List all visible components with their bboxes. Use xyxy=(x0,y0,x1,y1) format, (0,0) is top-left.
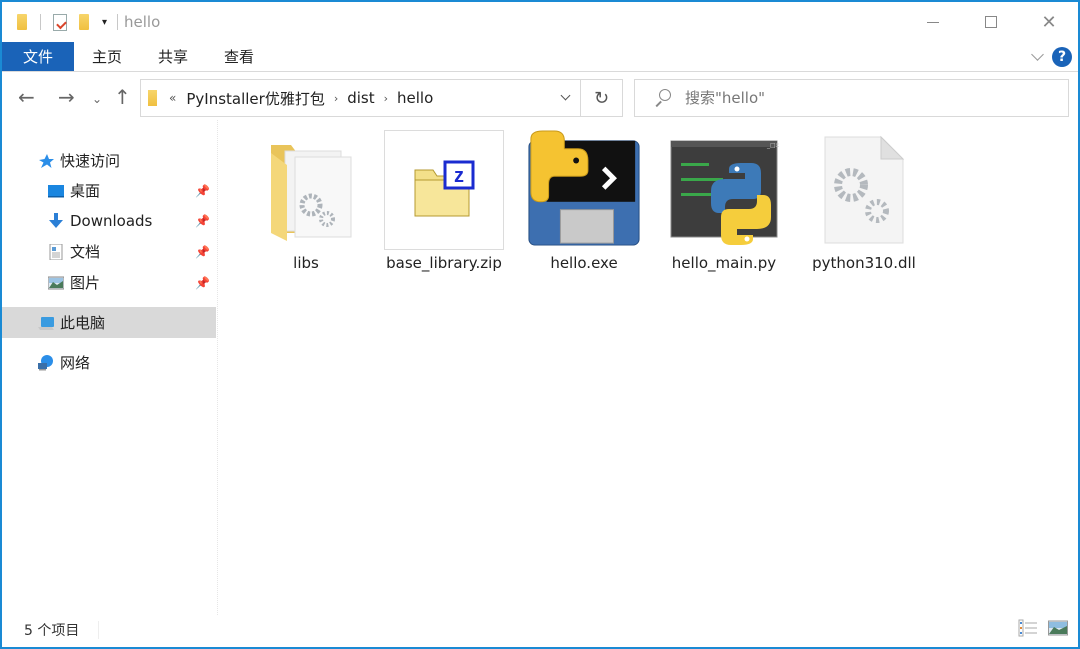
toolbar-divider xyxy=(117,14,119,30)
ribbon-right-controls: ? xyxy=(1031,42,1072,72)
folder-icon[interactable] xyxy=(17,14,27,30)
file-item[interactable]: z base_library.zip xyxy=(382,130,506,280)
chevron-down-icon xyxy=(560,90,570,101)
sidebar-item-label: 桌面 xyxy=(70,182,101,200)
close-button[interactable]: ✕ xyxy=(1020,2,1078,42)
pin-icon[interactable]: 📌 xyxy=(195,245,210,259)
file-list: libs z base_library.zip hello.exe _□x he… xyxy=(232,130,1072,610)
tab-file[interactable]: 文件 xyxy=(2,42,74,71)
python-script-icon: _□x xyxy=(664,130,784,250)
breadcrumb-overflow[interactable]: « xyxy=(169,91,176,105)
svg-text:z: z xyxy=(454,165,464,187)
pin-icon[interactable]: 📌 xyxy=(195,184,210,198)
refresh-icon: ↻ xyxy=(593,87,610,109)
properties-icon[interactable] xyxy=(53,13,67,31)
window-title: hello xyxy=(124,13,161,31)
documents-icon xyxy=(49,243,63,260)
minimize-button[interactable] xyxy=(904,2,962,42)
star-icon xyxy=(39,153,54,168)
file-name: libs xyxy=(293,254,319,272)
sidebar-item-network[interactable]: 网络 xyxy=(2,347,216,378)
up-button[interactable]: ↑ xyxy=(114,87,131,107)
dll-file-icon xyxy=(804,130,924,250)
address-bar[interactable]: « PyInstaller优雅打包 › dist › hello ↻ xyxy=(140,79,623,117)
sidebar-item-documents[interactable]: 文档 📌 xyxy=(2,236,216,267)
details-view-icon[interactable] xyxy=(1018,619,1038,637)
file-name: hello_main.py xyxy=(671,254,777,272)
folder-icon xyxy=(246,130,366,250)
maximize-button[interactable] xyxy=(962,2,1020,42)
download-icon xyxy=(49,212,63,228)
forward-button[interactable]: → xyxy=(58,87,75,107)
maximize-icon xyxy=(985,16,997,28)
large-icons-view-icon[interactable] xyxy=(1048,619,1068,637)
sidebar-item-label: Downloads xyxy=(70,211,153,230)
sidebar-item-quick-access[interactable]: 快速访问 xyxy=(2,145,216,176)
file-name: python310.dll xyxy=(812,254,916,272)
sidebar-item-label: 此电脑 xyxy=(60,314,106,332)
help-button[interactable]: ? xyxy=(1052,47,1072,67)
close-icon: ✕ xyxy=(1041,11,1057,33)
sidebar-item-label: 网络 xyxy=(60,354,91,372)
svg-text:_□x: _□x xyxy=(766,142,780,149)
status-bar: 5 个项目 xyxy=(2,615,1078,645)
item-count: 5 个项目 xyxy=(24,623,80,639)
search-icon xyxy=(653,89,671,107)
computer-icon xyxy=(38,316,54,330)
desktop-icon xyxy=(48,184,64,197)
quick-access-toolbar: ▾ hello xyxy=(14,13,160,31)
breadcrumb-separator-icon[interactable]: › xyxy=(334,92,338,105)
tab-home[interactable]: 主页 xyxy=(74,42,140,71)
file-name: base_library.zip xyxy=(386,254,502,272)
sidebar-item-label: 快速访问 xyxy=(60,152,121,170)
file-item[interactable]: python310.dll xyxy=(802,130,926,280)
address-history-dropdown[interactable] xyxy=(550,80,580,116)
sidebar-item-label: 图片 xyxy=(70,274,101,292)
file-item[interactable]: libs xyxy=(244,130,368,280)
file-explorer-window: ▾ hello ✕ 文件 主页 共享 查看 ? ← → ⌄ ↑ « PyInst… xyxy=(0,0,1080,649)
navigation-bar: ← → ⌄ ↑ « PyInstaller优雅打包 › dist › hello… xyxy=(2,77,1078,119)
toolbar-divider xyxy=(40,14,41,30)
pin-icon[interactable]: 📌 xyxy=(195,214,210,228)
file-item[interactable]: _□x hello_main.py xyxy=(662,130,786,280)
breadcrumb-item[interactable]: hello xyxy=(397,89,433,107)
pictures-icon xyxy=(48,276,64,289)
search-input[interactable] xyxy=(685,89,1045,107)
navigation-pane: 快速访问 桌面 📌 Downloads 📌 文档 📌 图片 📌 此电脑 网络 xyxy=(2,142,216,612)
breadcrumb-item[interactable]: dist xyxy=(347,89,374,107)
zip-archive-icon: z xyxy=(384,130,504,250)
sidebar-item-label: 文档 xyxy=(70,243,101,261)
breadcrumb-item[interactable]: PyInstaller优雅打包 xyxy=(186,88,324,109)
file-name: hello.exe xyxy=(550,254,618,272)
python-executable-icon xyxy=(524,130,644,250)
back-button[interactable]: ← xyxy=(18,87,35,107)
file-item[interactable]: hello.exe xyxy=(522,130,646,280)
customize-toolbar-dropdown[interactable]: ▾ xyxy=(102,17,107,28)
recent-locations-dropdown[interactable]: ⌄ xyxy=(92,89,102,109)
tab-share[interactable]: 共享 xyxy=(140,42,206,71)
sidebar-item-this-pc[interactable]: 此电脑 xyxy=(2,307,216,338)
minimize-icon xyxy=(927,21,939,23)
pin-icon[interactable]: 📌 xyxy=(195,276,210,290)
folder-icon xyxy=(148,90,157,106)
ribbon-tabs: 文件 主页 共享 查看 ? xyxy=(2,42,1078,72)
view-switcher xyxy=(1018,619,1068,637)
title-bar: ▾ hello ✕ xyxy=(2,2,1078,42)
tab-view[interactable]: 查看 xyxy=(206,42,272,71)
sidebar-item-desktop[interactable]: 桌面 📌 xyxy=(2,175,216,206)
network-icon xyxy=(38,354,53,370)
breadcrumb-separator-icon[interactable]: › xyxy=(384,92,388,105)
status-divider xyxy=(98,621,99,639)
expand-ribbon-chevron-icon[interactable] xyxy=(1031,48,1044,61)
new-folder-icon[interactable] xyxy=(79,14,89,30)
sidebar-item-pictures[interactable]: 图片 📌 xyxy=(2,267,216,298)
pane-divider[interactable] xyxy=(217,120,218,615)
window-controls: ✕ xyxy=(904,2,1078,42)
sidebar-item-downloads[interactable]: Downloads 📌 xyxy=(2,205,216,236)
search-box[interactable] xyxy=(634,79,1069,117)
refresh-button[interactable]: ↻ xyxy=(580,80,622,116)
